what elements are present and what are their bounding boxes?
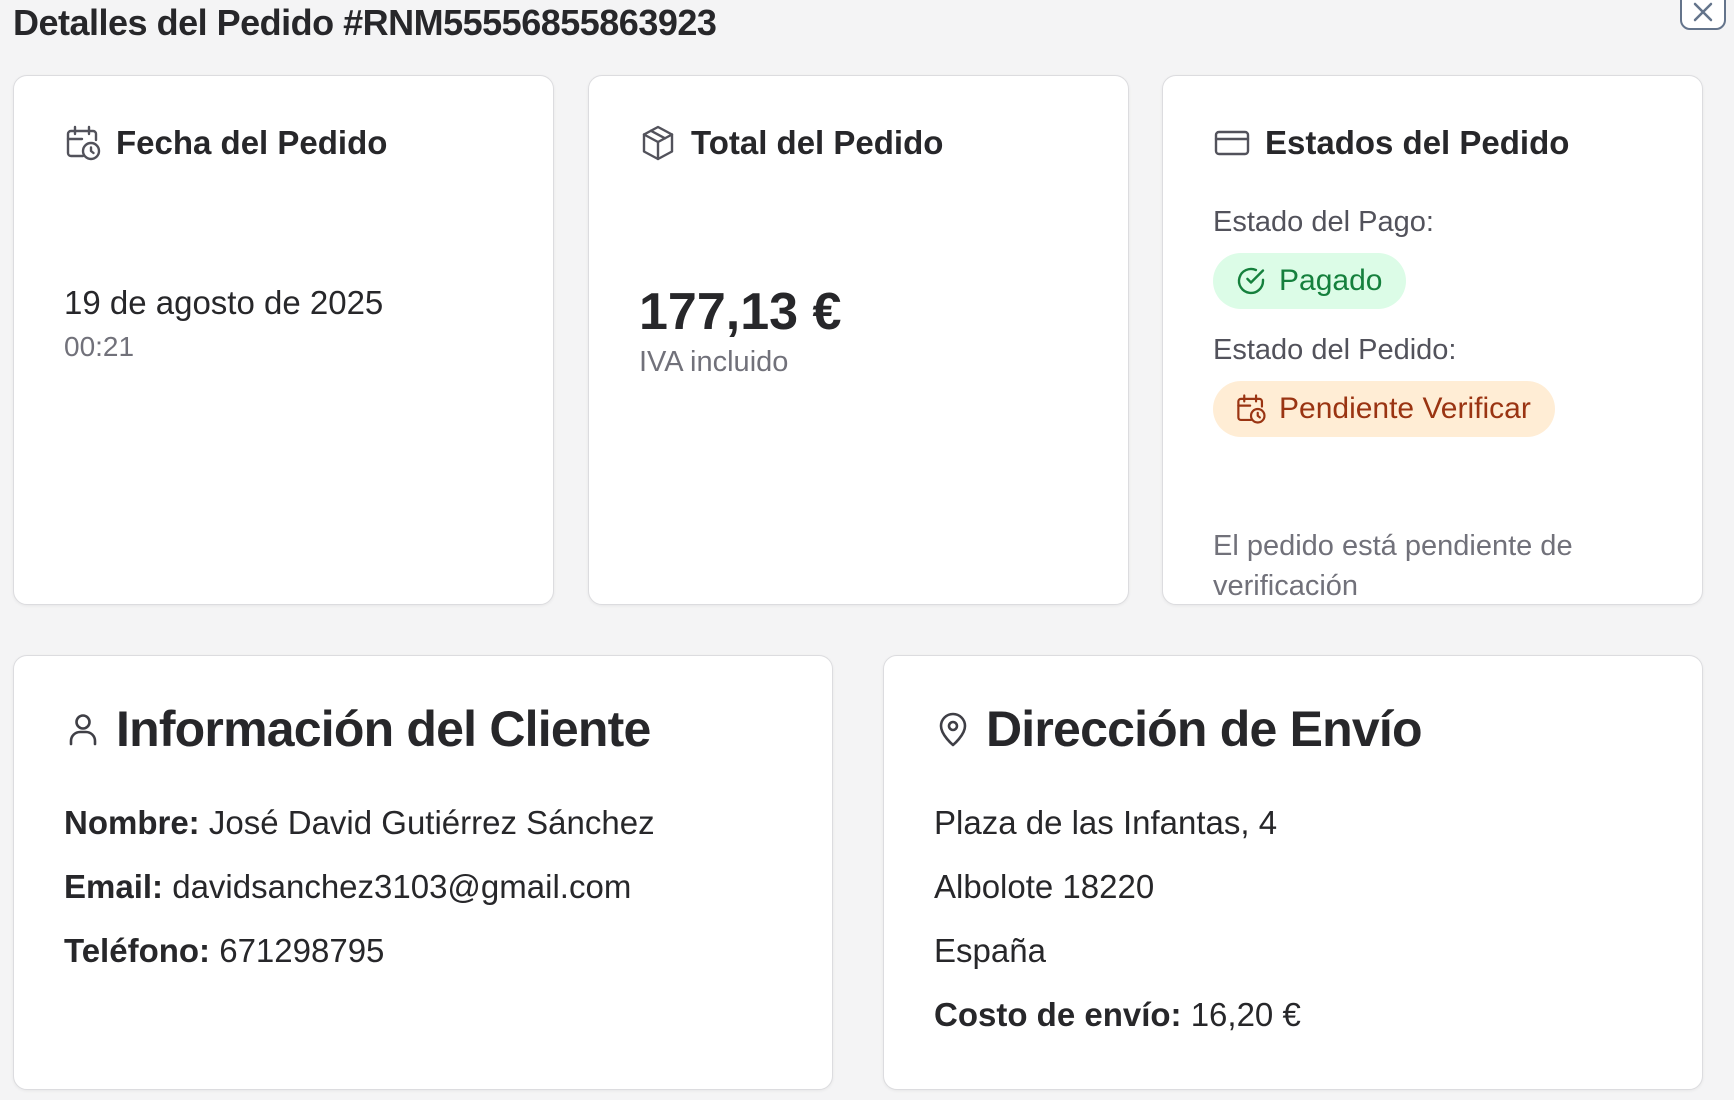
calendar-clock-icon <box>1237 394 1266 424</box>
customer-email-row: Email: davidsanchez3103@gmail.com <box>64 868 631 906</box>
order-time: 00:21 <box>64 331 135 362</box>
user-icon <box>64 710 102 748</box>
shipping-cost-label: Costo de envío: <box>934 996 1182 1033</box>
credit-card-icon <box>1213 124 1251 162</box>
card-title: Información del Cliente <box>116 701 651 757</box>
customer-email: davidsanchez3103@gmail.com <box>172 868 632 905</box>
order-date: 19 de agosto de 2025 <box>64 284 384 321</box>
status-description: El pedido está pendiente de verificación <box>1213 530 1573 602</box>
map-pin-icon <box>934 710 972 748</box>
order-status-badge: Pendiente Verificar <box>1213 381 1555 437</box>
payment-status-label: Estado del Pago: <box>1213 206 1434 238</box>
address-city: Albolote 18220 <box>934 868 1155 905</box>
order-status-card: Estados del Pedido Estado del Pago: Paga… <box>1162 75 1703 605</box>
card-header: Fecha del Pedido <box>64 124 387 162</box>
address-country: España <box>934 932 1046 969</box>
customer-phone: 671298795 <box>219 932 385 969</box>
close-button[interactable] <box>1680 0 1726 30</box>
address-street: Plaza de las Infantas, 4 <box>934 804 1278 841</box>
calendar-clock-icon <box>64 124 102 162</box>
email-label: Email: <box>64 868 164 905</box>
card-header: Dirección de Envío <box>934 700 1423 758</box>
card-title: Estados del Pedido <box>1265 124 1570 161</box>
order-status-label: Estado del Pedido: <box>1213 334 1457 366</box>
order-date-card: Fecha del Pedido 19 de agosto de 2025 00… <box>13 75 554 605</box>
card-header: Información del Cliente <box>64 700 651 758</box>
card-title: Fecha del Pedido <box>116 124 388 161</box>
close-icon <box>1693 2 1713 22</box>
name-label: Nombre: <box>64 804 200 841</box>
order-total-card: Total del Pedido 177,13 € IVA incluido <box>588 75 1129 605</box>
modal-title: Detalles del Pedido #RNM55556855863923 <box>13 2 717 43</box>
vat-note: IVA incluido <box>639 346 789 378</box>
customer-name-row: Nombre: José David Gutiérrez Sánchez <box>64 804 655 842</box>
payment-status-badge: Pagado <box>1213 253 1407 309</box>
card-title: Total del Pedido <box>691 124 944 161</box>
phone-label: Teléfono: <box>64 932 211 969</box>
package-icon <box>639 124 677 162</box>
shipping-cost: 16,20 € <box>1190 996 1301 1033</box>
card-header: Total del Pedido <box>639 124 943 162</box>
check-circle-icon <box>1237 267 1265 295</box>
customer-phone-row: Teléfono: 671298795 <box>64 932 384 970</box>
order-details-modal: Detalles del Pedido #RNM55556855863923 F… <box>0 0 1734 1100</box>
shipping-cost-row: Costo de envío: 16,20 € <box>934 996 1301 1034</box>
payment-status-text: Pagado <box>1279 264 1383 297</box>
customer-name: José David Gutiérrez Sánchez <box>208 804 655 841</box>
card-header: Estados del Pedido <box>1213 124 1569 162</box>
shipping-address-card: Dirección de Envío Plaza de las Infantas… <box>883 655 1703 1090</box>
order-status-text: Pendiente Verificar <box>1279 392 1531 425</box>
card-title: Dirección de Envío <box>986 701 1423 757</box>
total-amount: 177,13 € <box>639 283 842 341</box>
customer-info-card: Información del Cliente Nombre: José Dav… <box>13 655 833 1090</box>
